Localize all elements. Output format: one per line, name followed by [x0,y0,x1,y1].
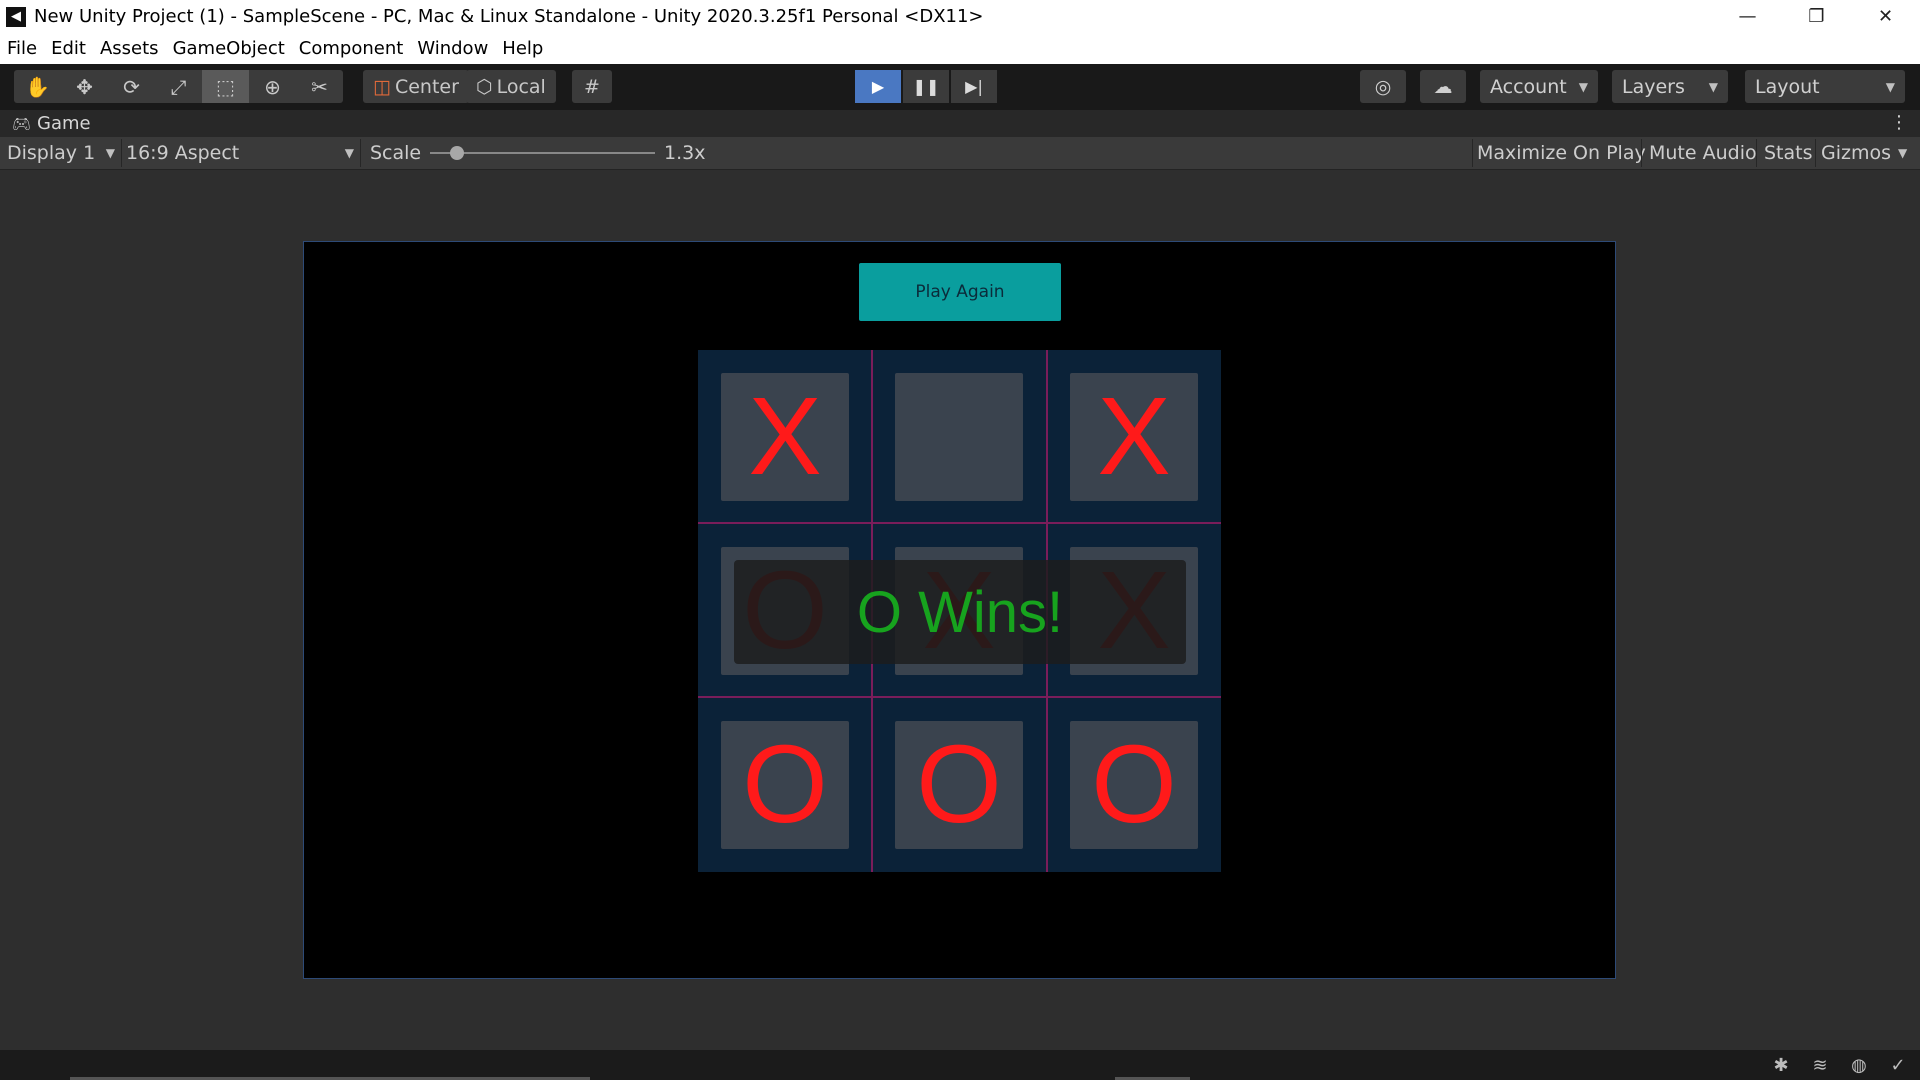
layers-dropdown[interactable]: Layers ▼ [1612,70,1728,103]
maximize-on-play-toggle[interactable]: Maximize On Play [1477,137,1646,169]
grid-line [698,696,1221,698]
pause-icon[interactable]: ❚❚ [903,70,949,103]
grid-snap-button[interactable]: # [572,70,612,103]
status-bar: ✱ ≋ ◍ ✓ [0,1050,1920,1080]
pivot-center-button[interactable]: ◫ Center [363,70,469,103]
menu-edit[interactable]: Edit [44,38,93,59]
chevron-down-icon: ▼ [1708,79,1718,94]
pivot-label: Center [394,75,459,98]
divider [1815,139,1816,167]
window-controls: — ❐ ✕ [1713,0,1920,33]
tictactoe-board: X X O X X O O O O Wins! [698,350,1221,872]
account-label: Account [1490,75,1567,98]
divider [1472,139,1473,167]
step-icon[interactable]: ▶| [951,70,997,103]
pivot-icon: ◫ [373,75,391,98]
layers-label: Layers [1622,75,1685,98]
menu-window[interactable]: Window [410,38,495,59]
menu-component[interactable]: Component [292,38,411,59]
account-dropdown[interactable]: Account ▼ [1480,70,1598,103]
layers-stack-icon[interactable]: ≋ [1809,1054,1831,1076]
scale-slider-thumb[interactable] [450,146,464,160]
mute-audio-toggle[interactable]: Mute Audio [1649,137,1757,169]
transform-icon[interactable]: ⊕ [249,70,296,103]
local-space-icon: ⬡ [476,75,493,98]
divider [121,139,122,167]
win-message: O Wins! [734,560,1186,664]
chevron-down-icon: ▼ [1578,79,1588,94]
aspect-label: 16:9 Aspect [126,142,240,164]
check-icon[interactable]: ✓ [1887,1054,1909,1076]
debug-icon[interactable]: ✱ [1770,1054,1792,1076]
scale-icon[interactable]: ⤢ [155,70,202,103]
move-icon[interactable]: ✥ [61,70,108,103]
scale-value: 1.3x [664,142,706,164]
restore-icon[interactable]: ❐ [1782,0,1851,33]
collab-button[interactable]: ◎ [1360,70,1406,103]
pivot-space-button[interactable]: ⬡ Local [466,70,556,103]
gizmos-toggle[interactable]: Gizmos [1821,137,1891,169]
menu-gameobject[interactable]: GameObject [166,38,292,59]
board-cell-2-2[interactable]: O [1070,721,1198,849]
title-bar: ◀ New Unity Project (1) - SampleScene - … [0,0,1920,33]
play-controls: ▶ ❚❚ ▶| [855,70,997,103]
layout-label: Layout [1755,75,1820,98]
divider [1641,139,1642,167]
aspect-dropdown[interactable]: 16:9 Aspect ▼ [126,137,354,169]
board-cell-0-2[interactable]: X [1070,373,1198,501]
close-icon[interactable]: ✕ [1851,0,1920,33]
play-again-button[interactable]: Play Again [859,263,1061,321]
menu-bar: File Edit Assets GameObject Component Wi… [0,33,1920,64]
main-toolbar: ✋ ✥ ⟳ ⤢ ⬚ ⊕ ✂ ◫ Center ⬡ Local # ▶ ❚❚ ▶|… [0,64,1920,110]
game-viewport[interactable]: Play Again X X O X X O O O O Wins! [303,241,1616,979]
display-label: Display 1 [7,142,96,164]
stats-toggle[interactable]: Stats [1764,137,1813,169]
game-tab-label: Game [37,113,91,134]
menu-help[interactable]: Help [495,38,550,59]
custom-tool-icon[interactable]: ✂ [296,70,343,103]
transform-tools: ✋ ✥ ⟳ ⤢ ⬚ ⊕ ✂ [14,70,343,103]
board-cell-0-0[interactable]: X [721,373,849,501]
grid-snap-icon: # [584,75,600,98]
cloud-button[interactable]: ☁ [1420,70,1466,103]
layout-dropdown[interactable]: Layout ▼ [1745,70,1905,103]
gizmos-dropdown-icon[interactable]: ▼ [1898,137,1907,169]
game-view-controls: Display 1 ▼ 16:9 Aspect ▼ Scale 1.3x Max… [0,137,1920,170]
scale-label: Scale [370,142,422,164]
chevron-down-icon: ▼ [105,146,115,160]
collab-icon: ◎ [1374,75,1392,98]
game-tab-header: 🎮︎ Game ⋮ [0,110,1920,137]
board-cell-0-1[interactable] [895,373,1023,501]
board-cell-2-0[interactable]: O [721,721,849,849]
grid-line [698,522,1221,524]
hand-icon[interactable]: ✋ [14,70,61,103]
chevron-down-icon: ▼ [344,146,354,160]
menu-file[interactable]: File [0,38,44,59]
rect-icon[interactable]: ⬚ [202,70,249,103]
board-cell-2-1[interactable]: O [895,721,1023,849]
gamepad-icon: 🎮︎ [12,114,32,133]
cloud-icon: ☁ [1433,75,1453,98]
progress-icon[interactable]: ◍ [1848,1054,1870,1076]
chevron-down-icon: ▼ [1885,79,1895,94]
game-tab[interactable]: 🎮︎ Game [0,113,91,134]
window-title: New Unity Project (1) - SampleScene - PC… [34,6,984,27]
minimize-icon[interactable]: — [1713,0,1782,33]
divider [1756,139,1757,167]
play-icon[interactable]: ▶ [855,70,901,103]
more-options-icon[interactable]: ⋮ [1890,112,1908,133]
rotate-icon[interactable]: ⟳ [108,70,155,103]
display-dropdown[interactable]: Display 1 ▼ [7,137,115,169]
unity-logo-icon: ◀ [6,6,26,27]
divider [360,139,361,167]
menu-assets[interactable]: Assets [93,38,166,59]
space-label: Local [496,75,546,98]
